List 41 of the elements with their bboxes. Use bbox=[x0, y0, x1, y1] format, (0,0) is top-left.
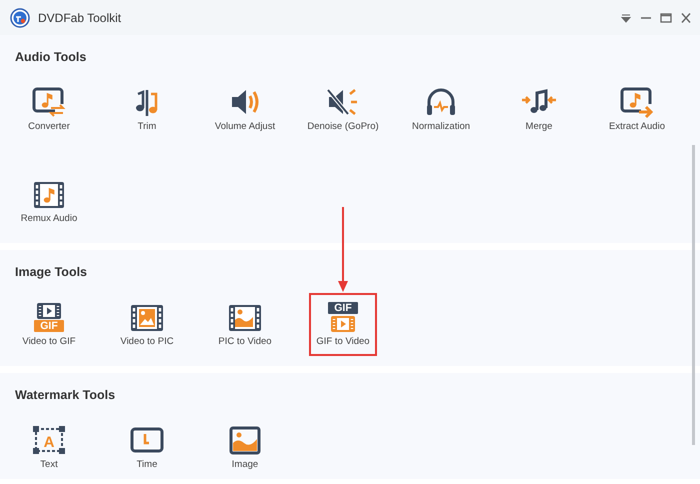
gif-badge: GIF bbox=[34, 320, 64, 332]
tool-button[interactable]: A Text bbox=[24, 416, 74, 479]
converter-icon bbox=[32, 88, 66, 117]
section-title: Watermark Tools bbox=[14, 387, 116, 404]
scrollbar-thumb[interactable] bbox=[692, 145, 695, 445]
tool-button[interactable]: Image bbox=[220, 416, 270, 479]
tool-button[interactable]: PIC to Video bbox=[211, 293, 279, 356]
picture-icon bbox=[230, 426, 260, 454]
muted-speaker-icon bbox=[326, 88, 358, 116]
dropdown-icon[interactable] bbox=[620, 12, 632, 22]
merge-notes-icon bbox=[521, 89, 557, 113]
section-title: Audio Tools bbox=[14, 49, 88, 66]
text-frame-icon bbox=[33, 426, 65, 454]
speaker-icon bbox=[232, 90, 258, 114]
tool-button[interactable]: Converter bbox=[21, 78, 77, 141]
film-play-icon bbox=[330, 316, 355, 332]
notes-icon bbox=[136, 90, 158, 116]
tool-button[interactable]: Video to PIC bbox=[113, 293, 181, 356]
maximize-icon[interactable] bbox=[660, 12, 672, 22]
tool-button[interactable]: Volume Adjust bbox=[208, 78, 282, 141]
letter-label: A bbox=[44, 434, 54, 451]
headphones-icon bbox=[426, 88, 455, 115]
film-picture-icon bbox=[130, 305, 163, 331]
tool-button[interactable]: Normalization bbox=[404, 78, 478, 141]
tool-button[interactable]: Denoise (GoPro) bbox=[300, 78, 386, 141]
clock-icon bbox=[130, 428, 164, 452]
tool-button[interactable]: Trim bbox=[122, 78, 172, 141]
tool-button[interactable]: Extract Audio bbox=[602, 78, 672, 141]
tool-button[interactable]: Remux Audio bbox=[14, 170, 84, 233]
section-title: Image Tools bbox=[14, 264, 88, 281]
tool-button[interactable]: GIF Video to GIF bbox=[15, 293, 83, 356]
gif-badge: GIF bbox=[328, 302, 358, 314]
window-title: DVDFab Toolkit bbox=[38, 10, 122, 26]
close-icon[interactable] bbox=[680, 12, 692, 22]
film-note-icon bbox=[34, 182, 64, 208]
app-logo bbox=[10, 8, 30, 28]
film-play-icon bbox=[36, 302, 61, 318]
extract-icon bbox=[620, 88, 654, 118]
tool-button[interactable]: Merge bbox=[514, 78, 564, 141]
film-picture-icon bbox=[228, 305, 261, 331]
tool-button[interactable]: Time bbox=[122, 416, 172, 479]
